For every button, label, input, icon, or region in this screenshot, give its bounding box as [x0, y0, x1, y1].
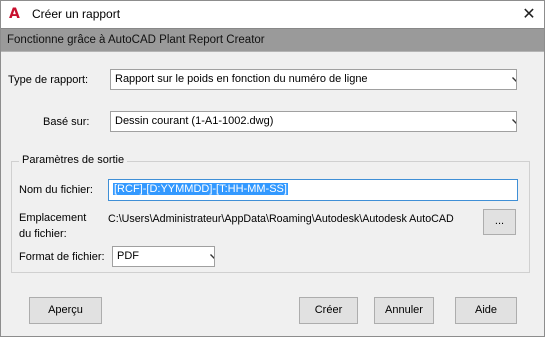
close-button[interactable]: ✕	[518, 3, 540, 25]
report-type-value: Rapport sur le poids en fonction du numé…	[115, 73, 368, 85]
format-value: PDF	[117, 250, 139, 262]
filename-label: Nom du fichier:	[19, 184, 93, 196]
based-on-dropdown[interactable]: Dessin courant (1-A1-1002.dwg)	[110, 111, 517, 132]
autocad-logo-icon: A	[9, 6, 20, 22]
report-type-label: Type de rapport:	[8, 74, 89, 86]
cancel-button[interactable]: Annuler	[374, 297, 434, 324]
location-label-line2: du fichier:	[19, 228, 67, 240]
preview-button[interactable]: Aperçu	[29, 297, 102, 324]
based-on-value: Dessin courant (1-A1-1002.dwg)	[115, 115, 274, 127]
location-label-line1: Emplacement	[19, 212, 87, 224]
format-label: Format de fichier:	[19, 251, 105, 263]
powered-by-banner: Fonctionne grâce à AutoCAD Plant Report …	[1, 28, 544, 52]
create-button[interactable]: Créer	[299, 297, 358, 324]
format-dropdown[interactable]: PDF	[112, 246, 215, 267]
browse-button[interactable]: ...	[483, 209, 516, 235]
location-value: C:\Users\Administrateur\AppData\Roaming\…	[108, 213, 454, 225]
filename-value: [RCF]-[D:YYMMDD]-[T:HH-MM-SS]	[113, 183, 288, 195]
help-button[interactable]: Aide	[455, 297, 517, 324]
based-on-label: Basé sur:	[43, 116, 90, 128]
title-bar: A Créer un rapport ✕	[1, 1, 544, 28]
filename-input[interactable]: [RCF]-[D:YYMMDD]-[T:HH-MM-SS]	[108, 179, 518, 201]
create-report-dialog: A Créer un rapport ✕ Fonctionne grâce à …	[0, 0, 545, 337]
output-settings-title: Paramètres de sortie	[19, 154, 128, 166]
report-type-dropdown[interactable]: Rapport sur le poids en fonction du numé…	[110, 69, 517, 90]
window-title: Créer un rapport	[32, 7, 121, 21]
